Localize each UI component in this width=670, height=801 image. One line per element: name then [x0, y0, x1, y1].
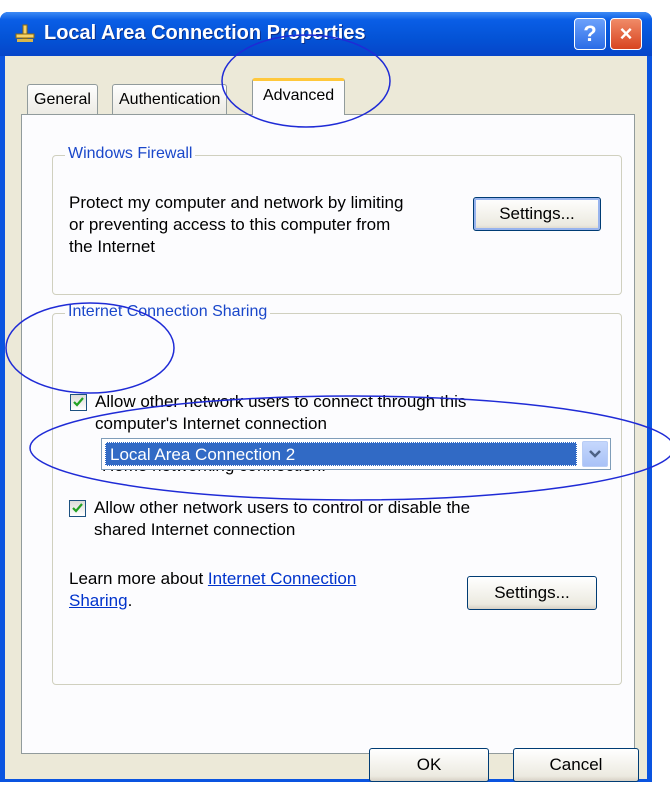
firewall-description-line-1: Protect my computer and network by limit…: [69, 193, 404, 212]
allow-connect-label-line-2[interactable]: computer's Internet connection: [95, 413, 327, 435]
advanced-tab-panel: Windows Firewall Protect my computer and…: [21, 114, 635, 754]
checkmark-icon: [73, 397, 84, 407]
learn-more-suffix: .: [127, 591, 133, 610]
windows-firewall-group: Windows Firewall Protect my computer and…: [52, 145, 622, 295]
firewall-settings-button[interactable]: Settings...: [473, 197, 601, 231]
learn-more-text: Learn more about Internet Connection: [69, 568, 356, 590]
allow-connect-label-line-1[interactable]: Allow other network users to connect thr…: [95, 391, 466, 413]
ics-help-link[interactable]: Internet Connection: [208, 569, 356, 588]
home-connection-selected[interactable]: Local Area Connection 2: [105, 442, 577, 466]
ics-settings-button[interactable]: Settings...: [467, 576, 597, 610]
network-connection-icon: [15, 24, 35, 42]
tab-advanced[interactable]: Advanced: [252, 78, 346, 115]
ok-button[interactable]: OK: [369, 748, 489, 782]
help-button[interactable]: ?: [574, 18, 606, 50]
checkmark-icon: [72, 503, 83, 513]
windows-firewall-group-label: Windows Firewall: [65, 145, 196, 163]
tab-general[interactable]: General: [27, 84, 98, 114]
close-button[interactable]: ×: [610, 18, 642, 50]
home-connection-dropdown[interactable]: Local Area Connection 2: [101, 438, 611, 470]
allow-connect-checkbox[interactable]: [70, 394, 87, 411]
allow-control-label-line-1[interactable]: Allow other network users to control or …: [94, 497, 470, 519]
window-title: Local Area Connection Properties: [44, 22, 366, 44]
chevron-down-icon: [589, 450, 601, 458]
learn-more-text-line-2: Sharing.: [69, 590, 132, 612]
firewall-description-line-2: or preventing access to this computer fr…: [69, 215, 391, 234]
firewall-description-line-3: the Internet: [69, 237, 156, 256]
dialog-body: General Authentication Advanced Windows …: [5, 56, 647, 782]
cancel-button[interactable]: Cancel: [513, 748, 639, 782]
title-bar[interactable]: Local Area Connection Properties ? ×: [0, 12, 652, 56]
properties-dialog: Local Area Connection Properties ? × Gen…: [0, 12, 652, 782]
allow-control-checkbox[interactable]: [69, 500, 86, 517]
dropdown-arrow-button[interactable]: [582, 441, 608, 467]
allow-control-label-line-2[interactable]: shared Internet connection: [94, 519, 295, 541]
ics-help-link-line-2[interactable]: Sharing: [69, 591, 128, 610]
tab-authentication[interactable]: Authentication: [112, 84, 228, 114]
learn-more-prefix: Learn more about: [69, 569, 208, 588]
ics-group-label: Internet Connection Sharing: [65, 303, 271, 321]
